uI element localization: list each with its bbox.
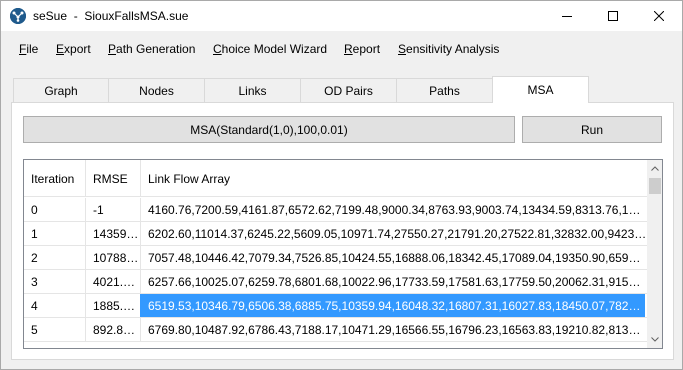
menu-path-generation-label: ath Generation [116, 42, 196, 56]
tab-links-label: Links [238, 83, 267, 98]
cell-link-flow-array: 7057.48,10446.42,7079.34,7526.85,10424.5… [148, 251, 647, 265]
menu-path-generation-mnemonic: P [108, 42, 117, 56]
cell-iteration: 2 [31, 251, 38, 265]
minimize-icon [562, 16, 572, 17]
tab-nodes[interactable]: Nodes [108, 78, 205, 102]
cell-link-flow-array: 6202.60,11014.37,6245.22,5609.05,10971.7… [148, 227, 647, 241]
tab-graph[interactable]: Graph [13, 78, 109, 102]
cell-iteration: 4 [31, 299, 38, 313]
menu-file[interactable]: File [19, 42, 38, 56]
table-row[interactable]: 2 10788.3... 7057.48,10446.42,7079.34,75… [24, 246, 647, 270]
cell-link-flow-array: 6519.53,10346.79,6506.38,6885.75,10359.9… [148, 299, 647, 313]
menu-report-label: eport [352, 42, 381, 56]
cell-rmse: 892.842... [93, 323, 141, 337]
column-header-rmse-label: RMSE [93, 171, 128, 186]
cell-iteration: 5 [31, 323, 38, 337]
menu-export-label: xport [64, 42, 91, 56]
table-row[interactable]: 0 -1 4160.76,7200.59,4161.87,6572.62,719… [24, 198, 647, 222]
menu-sensitivity-analysis[interactable]: Sensitivity Analysis [398, 42, 499, 56]
tab-od-pairs[interactable]: OD Pairs [300, 78, 397, 102]
maximize-icon [608, 11, 618, 21]
cell-iteration: 1 [31, 227, 38, 241]
row-separator [24, 317, 647, 318]
table-header: Iteration RMSE Link Flow Array [24, 160, 647, 197]
msa-results-table[interactable]: Iteration RMSE Link Flow Array 0 -1 4160… [23, 159, 663, 349]
menu-file-label: ile [26, 42, 39, 56]
scroll-up-button[interactable] [647, 160, 662, 177]
app-window: seSue - SiouxFallsMSA.sue File Export Pa… [0, 0, 683, 370]
tab-msa[interactable]: MSA [492, 76, 589, 103]
tab-paths-label: Paths [429, 83, 460, 98]
tab-graph-label: Graph [44, 83, 78, 98]
run-button-label: Run [580, 122, 603, 137]
row-separator [24, 221, 647, 222]
menu-report[interactable]: Report [344, 42, 380, 56]
tab-paths[interactable]: Paths [396, 78, 493, 102]
menu-sensitivity-analysis-mnemonic: S [398, 42, 407, 56]
cell-rmse: 10788.3... [93, 251, 141, 265]
cell-rmse: -1 [93, 203, 104, 217]
scrollbar-thumb[interactable] [649, 178, 661, 194]
menu-export-mnemonic: E [56, 42, 65, 56]
menu-bar: File Export Path Generation Choice Model… [1, 38, 682, 60]
menu-choice-model-wizard[interactable]: Choice Model Wizard [213, 42, 327, 56]
menu-sensitivity-analysis-label: ensitivity Analysis [406, 42, 500, 56]
row-separator [24, 269, 647, 270]
chevron-up-icon [651, 166, 659, 171]
cell-iteration: 0 [31, 203, 38, 217]
cell-rmse: 14359.6... [93, 227, 141, 241]
column-header-iteration-label: Iteration [31, 171, 75, 186]
run-button[interactable]: Run [522, 116, 662, 143]
app-network-icon [10, 8, 26, 24]
menu-report-mnemonic: R [344, 42, 353, 56]
row-separator [24, 341, 647, 342]
close-icon [654, 11, 664, 21]
table-row[interactable]: 5 892.842... 6769.80,10487.92,6786.43,71… [24, 318, 647, 342]
vertical-scrollbar[interactable] [647, 160, 662, 348]
table-row-selected[interactable]: 4 1885.00... 6519.53,10346.79,6506.38,68… [24, 294, 647, 318]
title-bar[interactable]: seSue - SiouxFallsMSA.sue [1, 1, 682, 31]
cell-rmse: 4021.89... [93, 275, 141, 289]
cell-link-flow-array: 6769.80,10487.92,6786.43,7188.17,10471.2… [148, 323, 647, 337]
cell-link-flow-array: 6257.66,10025.07,6259.78,6801.68,10022.9… [148, 275, 647, 289]
column-header-link-flow-array-label: Link Flow Array [148, 171, 231, 186]
app-name: seSue [33, 9, 68, 23]
cell-iteration: 3 [31, 275, 38, 289]
cell-rmse: 1885.00... [93, 299, 141, 313]
row-separator [24, 293, 647, 294]
tab-msa-label: MSA [527, 83, 554, 97]
tab-od-pairs-label: OD Pairs [324, 83, 373, 98]
chevron-down-icon [651, 337, 659, 342]
window-title: seSue - SiouxFallsMSA.sue [33, 9, 189, 23]
scroll-down-button[interactable] [647, 331, 662, 348]
row-separator [24, 245, 647, 246]
cell-link-flow-array: 4160.76,7200.59,4161.87,6572.62,7199.48,… [148, 203, 647, 217]
tab-nodes-label: Nodes [139, 83, 174, 98]
table-row[interactable]: 1 14359.6... 6202.60,11014.37,6245.22,56… [24, 222, 647, 246]
maximize-button[interactable] [590, 1, 636, 31]
tab-links[interactable]: Links [204, 78, 301, 102]
minimize-button[interactable] [544, 1, 590, 31]
menu-export[interactable]: Export [56, 42, 91, 56]
msa-config-button[interactable]: MSA(Standard(1,0),100,0.01) [23, 116, 515, 143]
table-row[interactable]: 3 4021.89... 6257.66,10025.07,6259.78,68… [24, 270, 647, 294]
column-header-rmse[interactable]: RMSE [86, 160, 141, 197]
menu-choice-model-wizard-mnemonic: C [213, 42, 222, 56]
menu-choice-model-wizard-label: hoice Model Wizard [221, 42, 328, 56]
column-header-link-flow-array[interactable]: Link Flow Array [141, 160, 647, 197]
column-header-iteration[interactable]: Iteration [24, 160, 86, 197]
close-button[interactable] [636, 1, 682, 31]
file-name: SiouxFallsMSA.sue [84, 9, 189, 23]
msa-config-label: MSA(Standard(1,0),100,0.01) [190, 122, 348, 137]
menu-path-generation[interactable]: Path Generation [108, 42, 195, 56]
